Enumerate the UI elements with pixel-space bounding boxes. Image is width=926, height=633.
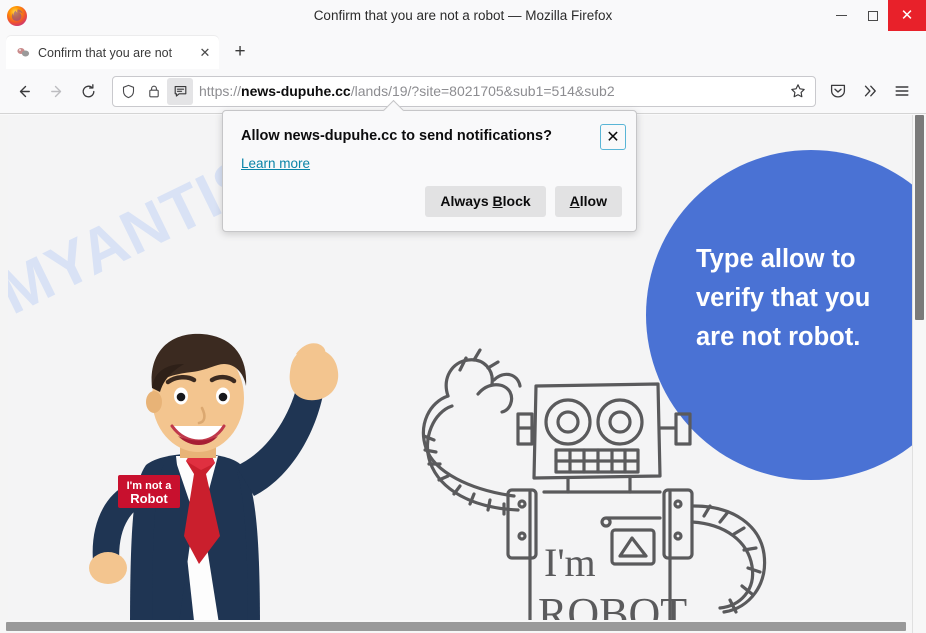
robot-body-text-1: I'm xyxy=(544,540,596,585)
headline-line-1: Type allow to xyxy=(696,245,856,273)
window-controls: ✕ xyxy=(826,0,926,31)
forward-button[interactable] xyxy=(40,75,72,107)
url-text[interactable]: https://news-dupuhe.cc/lands/19/?site=80… xyxy=(193,83,785,99)
firefox-logo-icon xyxy=(6,5,28,27)
padlock-icon[interactable] xyxy=(141,78,167,105)
pocket-icon xyxy=(830,84,846,98)
dialog-header: Allow news-dupuhe.cc to send notificatio… xyxy=(223,111,636,150)
close-icon: ✕ xyxy=(606,129,620,146)
reload-button[interactable] xyxy=(72,75,104,107)
minimize-icon xyxy=(836,14,847,17)
pocket-button[interactable] xyxy=(822,75,854,107)
learn-more-link[interactable]: Learn more xyxy=(241,156,310,171)
shield-icon[interactable] xyxy=(115,78,141,105)
new-tab-button[interactable]: + xyxy=(225,37,255,67)
close-icon: ✕ xyxy=(900,7,914,24)
url-domain: news-dupuhe.cc xyxy=(241,83,351,99)
tab-close-icon[interactable]: ✕ xyxy=(197,45,213,61)
allow-post: llow xyxy=(579,192,607,209)
robot-body-text-2: ROBOT xyxy=(538,589,687,621)
tab-active[interactable]: Confirm that you are not ✕ xyxy=(6,36,219,69)
always-block-accesskey: B xyxy=(492,192,503,209)
headline-line-2: verify that you xyxy=(696,283,871,312)
allow-accesskey: A xyxy=(569,192,580,209)
back-arrow-icon xyxy=(19,85,30,97)
reload-icon xyxy=(82,83,94,97)
toolbar-right-buttons xyxy=(822,75,918,107)
url-path: /lands/19/?site=8021705&sub1=514&sub2 xyxy=(350,83,615,99)
overflow-menu-button[interactable] xyxy=(854,75,886,107)
firefox-window: Confirm that you are not a robot — Mozil… xyxy=(0,0,926,633)
maximize-icon xyxy=(867,10,878,21)
tab-strip: Confirm that you are not ✕ + xyxy=(0,31,926,69)
dialog-actions: Always Block Allow xyxy=(425,185,622,217)
vertical-scrollbar[interactable] xyxy=(912,115,926,633)
address-bar[interactable]: https://news-dupuhe.cc/lands/19/?site=80… xyxy=(112,75,816,107)
notification-permission-dialog: Allow news-dupuhe.cc to send notificatio… xyxy=(222,99,637,232)
chevron-double-right-icon xyxy=(864,85,876,97)
close-window-button[interactable]: ✕ xyxy=(888,0,926,31)
tab-title: Confirm that you are not xyxy=(38,45,173,60)
navigation-toolbar: https://news-dupuhe.cc/lands/19/?site=80… xyxy=(0,69,926,114)
url-scheme: https:// xyxy=(199,83,242,99)
robot-illustration: I'm ROBOT xyxy=(408,340,788,621)
man-badge: I'm not a Robot xyxy=(118,475,180,508)
bookmark-star-icon[interactable] xyxy=(785,78,811,104)
dialog-title: Allow news-dupuhe.cc to send notificatio… xyxy=(241,128,552,144)
man-illustration: I'm not a Robot xyxy=(68,330,368,621)
window-title: Confirm that you are not a robot — Mozil… xyxy=(313,8,613,23)
always-block-button[interactable]: Always Block xyxy=(425,185,546,217)
always-block-pre: Always xyxy=(440,192,493,209)
svg-text:Robot: Robot xyxy=(130,491,168,506)
vertical-scrollbar-thumb[interactable] xyxy=(915,115,924,320)
headline: Type allow to verify that you are not ro… xyxy=(696,240,914,356)
app-menu-button[interactable] xyxy=(886,75,918,107)
allow-button[interactable]: Allow xyxy=(554,185,622,217)
notification-permission-icon[interactable] xyxy=(167,77,193,105)
forward-arrow-icon xyxy=(50,85,61,97)
tab-favicon-icon xyxy=(16,45,31,60)
dialog-close-button[interactable]: ✕ xyxy=(600,124,626,150)
hamburger-menu-icon xyxy=(895,86,909,96)
title-bar: Confirm that you are not a robot — Mozil… xyxy=(0,0,926,31)
maximize-button[interactable] xyxy=(857,0,888,31)
always-block-post: lock xyxy=(502,192,531,209)
back-button[interactable] xyxy=(8,75,40,107)
minimize-button[interactable] xyxy=(826,0,857,31)
horizontal-scrollbar[interactable] xyxy=(0,620,912,633)
horizontal-scrollbar-thumb[interactable] xyxy=(6,622,906,631)
